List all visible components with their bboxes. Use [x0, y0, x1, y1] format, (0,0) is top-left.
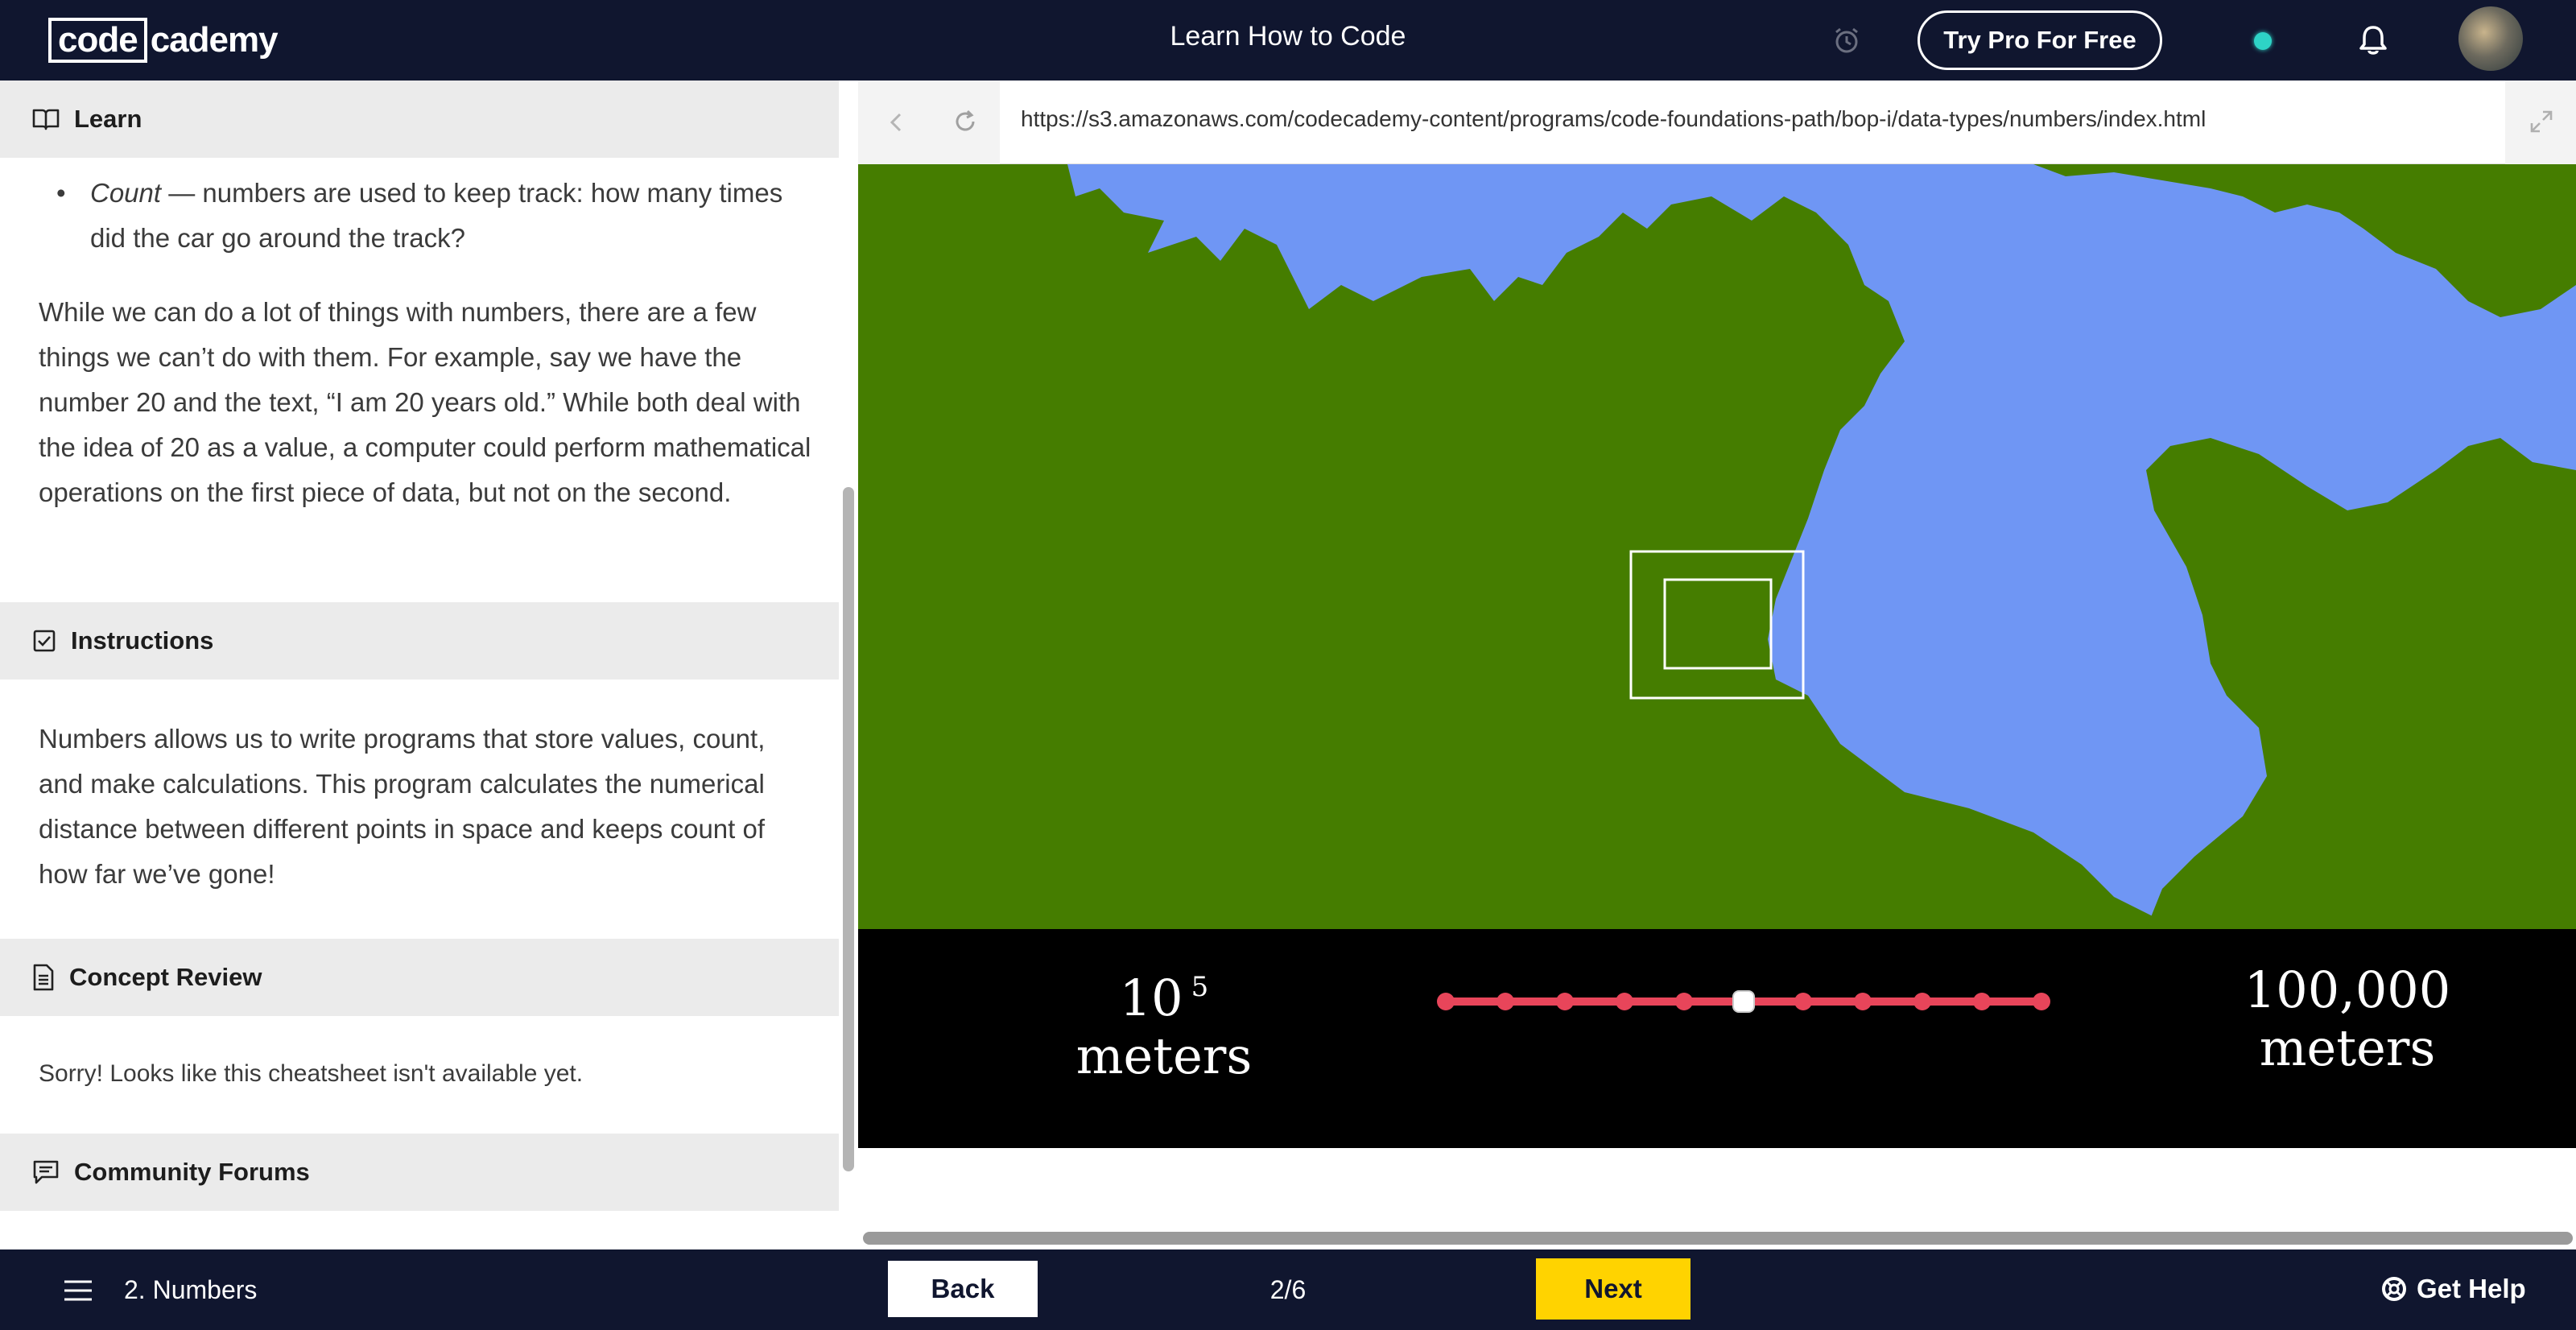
learn-paragraph: While we can do a lot of things with num… — [39, 297, 811, 507]
decimal-value: 100,000 — [2244, 960, 2451, 1019]
instructions-label: Instructions — [71, 626, 214, 655]
refresh-icon[interactable] — [950, 106, 980, 137]
instructions-section-header[interactable]: Instructions — [0, 602, 839, 679]
concept-review-section-header[interactable]: Concept Review — [0, 939, 839, 1016]
scientific-notation-display: 10 5 meters — [1035, 958, 1293, 1085]
slider-stop[interactable] — [2033, 993, 2050, 1010]
lesson-progress: 2/6 — [1269, 1275, 1307, 1304]
browser-url-bar: https://s3.amazonaws.com/codecademy-cont… — [858, 81, 2576, 164]
slider-stop[interactable] — [1496, 993, 1514, 1010]
book-icon — [32, 109, 60, 130]
value-display: 100,000 meters — [2178, 961, 2516, 1077]
checkbox-icon — [33, 630, 56, 652]
user-avatar[interactable] — [2458, 6, 2523, 71]
logo-code-text: code — [48, 18, 147, 63]
expand-button[interactable] — [2505, 81, 2576, 164]
slider-stop[interactable] — [1913, 993, 1931, 1010]
get-help-button[interactable]: Get Help — [2381, 1274, 2526, 1304]
next-button[interactable]: Next — [1536, 1258, 1690, 1320]
document-icon — [33, 964, 54, 991]
exponent-value: 5 — [1191, 971, 1209, 1003]
slider-stop[interactable] — [1854, 993, 1872, 1010]
learn-section-header[interactable]: Learn — [0, 81, 839, 158]
codecademy-logo[interactable]: code cademy — [48, 18, 279, 63]
chat-bubble-icon — [33, 1160, 59, 1184]
slider-stop[interactable] — [1675, 993, 1693, 1010]
top-navbar: code cademy Learn How to Code Try Pro For… — [0, 0, 2576, 81]
slider-stop[interactable] — [1794, 993, 1812, 1010]
left-unit-label: meters — [1075, 1026, 1253, 1085]
learn-label: Learn — [74, 105, 142, 133]
browser-url-text[interactable]: https://s3.amazonaws.com/codecademy-cont… — [1021, 106, 2206, 132]
expand-icon — [2530, 110, 2553, 133]
bottom-navbar: 2. Numbers Back 2/6 Next Get Help — [0, 1249, 2576, 1330]
instructions-text: Numbers allows us to write programs that… — [39, 724, 766, 889]
logo-rest-text: cademy — [150, 20, 279, 60]
page-title: Learn How to Code — [1170, 21, 1406, 52]
right-unit-label: meters — [2259, 1018, 2436, 1077]
browser-nav-buttons — [858, 81, 1000, 164]
get-help-label: Get Help — [2417, 1274, 2526, 1303]
status-indicator-dot — [2254, 32, 2272, 50]
slider-stop[interactable] — [1437, 993, 1455, 1010]
slider-stop[interactable] — [1973, 993, 1991, 1010]
community-forums-label: Community Forums — [74, 1158, 310, 1186]
community-forums-section-header[interactable]: Community Forums — [0, 1134, 839, 1211]
scale-slider[interactable] — [1373, 977, 2114, 1026]
lifebuoy-icon — [2382, 1277, 2406, 1301]
concept-review-text: Sorry! Looks like this cheatsheet isn't … — [39, 1060, 584, 1087]
scale-slider-widget: 10 5 meters 100,000 meters — [858, 929, 2576, 1148]
browser-panel: https://s3.amazonaws.com/codecademy-cont… — [858, 81, 2576, 1249]
lesson-name[interactable]: 2. Numbers — [124, 1275, 257, 1305]
hamburger-menu-icon[interactable] — [63, 1278, 93, 1303]
bullet-text: — numbers are used to keep track: how ma… — [90, 178, 783, 253]
slider-stop[interactable] — [1616, 993, 1633, 1010]
back-arrow-icon[interactable] — [884, 108, 908, 137]
slider-stop[interactable] — [1556, 993, 1574, 1010]
exponent-base: 10 — [1119, 969, 1183, 1027]
bullet-item-count: Count — numbers are used to keep track: … — [90, 171, 799, 261]
slider-handle[interactable] — [1732, 990, 1755, 1013]
back-button[interactable]: Back — [886, 1258, 1040, 1320]
alarm-clock-icon[interactable] — [1832, 26, 1861, 55]
notification-bell-icon[interactable] — [2355, 23, 2391, 58]
horizontal-scrollbar[interactable] — [863, 1232, 2573, 1245]
lesson-panel: Learn • Count — numbers are used to keep… — [0, 81, 839, 1249]
try-pro-button[interactable]: Try Pro For Free — [1918, 10, 2162, 70]
bullet-term: Count — [90, 178, 162, 208]
satellite-map-view — [858, 164, 2576, 929]
concept-review-label: Concept Review — [69, 963, 262, 991]
bullet-dot: • — [56, 178, 66, 208]
left-panel-scrollbar[interactable] — [843, 487, 854, 1171]
